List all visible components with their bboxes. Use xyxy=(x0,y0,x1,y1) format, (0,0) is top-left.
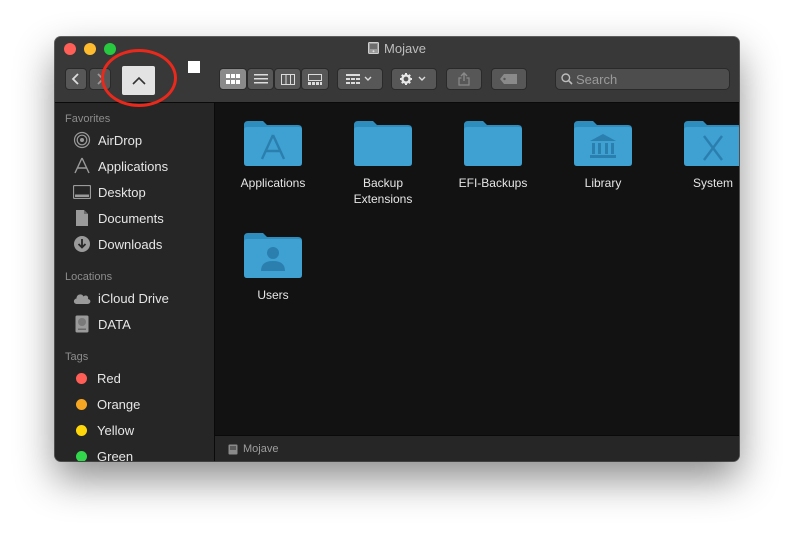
folder-icon xyxy=(244,121,302,166)
path-bar-item[interactable]: Mojave xyxy=(243,443,278,455)
folder-icon xyxy=(684,121,739,166)
sidebar-item-airdrop[interactable]: AirDrop xyxy=(55,129,214,151)
sidebar-item-downloads[interactable]: Downloads xyxy=(55,233,214,255)
sidebar-heading-favorites: Favorites xyxy=(65,113,111,125)
folder-item-users[interactable]: Users xyxy=(223,231,323,303)
file-browser: Applications Backup Extensions EFI-Backu… xyxy=(215,103,739,435)
folder-icon xyxy=(354,121,412,166)
folder-icon xyxy=(244,233,302,278)
sidebar-item-label: Applications xyxy=(98,158,169,174)
action-button[interactable] xyxy=(391,68,437,90)
green-tag-dot-icon xyxy=(76,450,87,461)
back-button[interactable] xyxy=(65,68,87,90)
folder-item-system[interactable]: System xyxy=(663,119,739,191)
gear-icon xyxy=(400,73,426,85)
gallery-view-button[interactable] xyxy=(301,68,329,90)
path-bar: Mojave xyxy=(215,435,739,461)
hard-disk-icon xyxy=(228,444,238,454)
sidebar-item-label: Green xyxy=(97,448,134,462)
sidebar-item-data[interactable]: DATA xyxy=(55,313,214,335)
column-view-button[interactable] xyxy=(274,68,301,90)
sidebar-item-tag-green[interactable]: Green xyxy=(55,445,214,461)
sidebar-item-label: DATA xyxy=(98,316,131,332)
columns-icon xyxy=(280,73,295,85)
group-grid-icon xyxy=(346,74,372,84)
list-view-button[interactable] xyxy=(247,68,274,90)
sidebar-heading-locations: Locations xyxy=(65,271,113,283)
folder-label: Applications xyxy=(240,176,306,190)
disk-icon xyxy=(72,315,92,333)
folder-item-efi-backups[interactable]: EFI-Backups xyxy=(443,119,543,191)
grid-icon xyxy=(226,74,240,84)
folder-label: Backup Extensions xyxy=(353,176,413,206)
sidebar-heading-tags: Tags xyxy=(65,351,89,363)
cloud-icon xyxy=(72,289,92,307)
yellow-tag-dot-icon xyxy=(76,424,87,436)
sidebar-item-label: Documents xyxy=(98,210,164,226)
sidebar-item-label: Red xyxy=(97,370,121,386)
folder-label: System xyxy=(692,176,733,190)
sidebar-item-label: AirDrop xyxy=(98,132,143,148)
sidebar-item-label: Desktop xyxy=(98,184,146,200)
sidebar-item-tag-yellow[interactable]: Yellow xyxy=(55,419,214,441)
red-tag-dot-icon xyxy=(76,372,87,384)
document-icon xyxy=(72,209,92,227)
list-icon xyxy=(253,74,268,84)
search-input[interactable] xyxy=(576,71,724,87)
folder-label: Users xyxy=(257,288,289,302)
annotation-circle xyxy=(101,49,177,107)
folder-label: Library xyxy=(584,176,622,190)
sidebar-item-tag-red[interactable]: Red xyxy=(55,367,214,389)
desktop-icon xyxy=(72,183,92,201)
gallery-icon xyxy=(308,73,322,85)
sidebar-item-applications[interactable]: Applications xyxy=(55,155,214,177)
folder-item-library[interactable]: Library xyxy=(553,119,653,191)
applications-icon xyxy=(72,157,92,175)
sidebar-item-label: Yellow xyxy=(97,422,135,438)
white-square-marker xyxy=(188,61,200,73)
sidebar-item-label: Orange xyxy=(97,396,141,412)
sidebar: Favorites AirDrop Applications Desktop D… xyxy=(55,103,215,461)
group-button[interactable] xyxy=(337,68,383,90)
share-button[interactable] xyxy=(446,68,482,90)
folder-label: EFI-Backups xyxy=(458,176,528,190)
download-icon xyxy=(72,235,92,253)
sidebar-item-label: iCloud Drive xyxy=(98,290,169,306)
folder-item-backup-extensions[interactable]: Backup Extensions xyxy=(333,119,433,207)
icon-view-button[interactable] xyxy=(219,68,247,90)
folder-icon xyxy=(464,121,522,166)
sidebar-item-icloud-drive[interactable]: iCloud Drive xyxy=(55,287,214,309)
chevron-left-icon xyxy=(71,73,79,85)
share-icon xyxy=(458,72,470,86)
folder-icon xyxy=(574,121,632,166)
search-field[interactable] xyxy=(555,68,730,90)
airdrop-icon xyxy=(72,131,92,149)
sidebar-item-tag-orange[interactable]: Orange xyxy=(55,393,214,415)
tag-icon xyxy=(500,74,517,84)
search-icon xyxy=(561,73,573,85)
hard-disk-icon xyxy=(368,42,380,54)
sidebar-item-documents[interactable]: Documents xyxy=(55,207,214,229)
sidebar-item-label: Downloads xyxy=(98,236,163,252)
orange-tag-dot-icon xyxy=(76,398,87,410)
edit-tags-button[interactable] xyxy=(491,68,527,90)
folder-item-applications[interactable]: Applications xyxy=(223,119,323,191)
window-title-text: Mojave xyxy=(384,41,426,56)
sidebar-item-desktop[interactable]: Desktop xyxy=(55,181,214,203)
